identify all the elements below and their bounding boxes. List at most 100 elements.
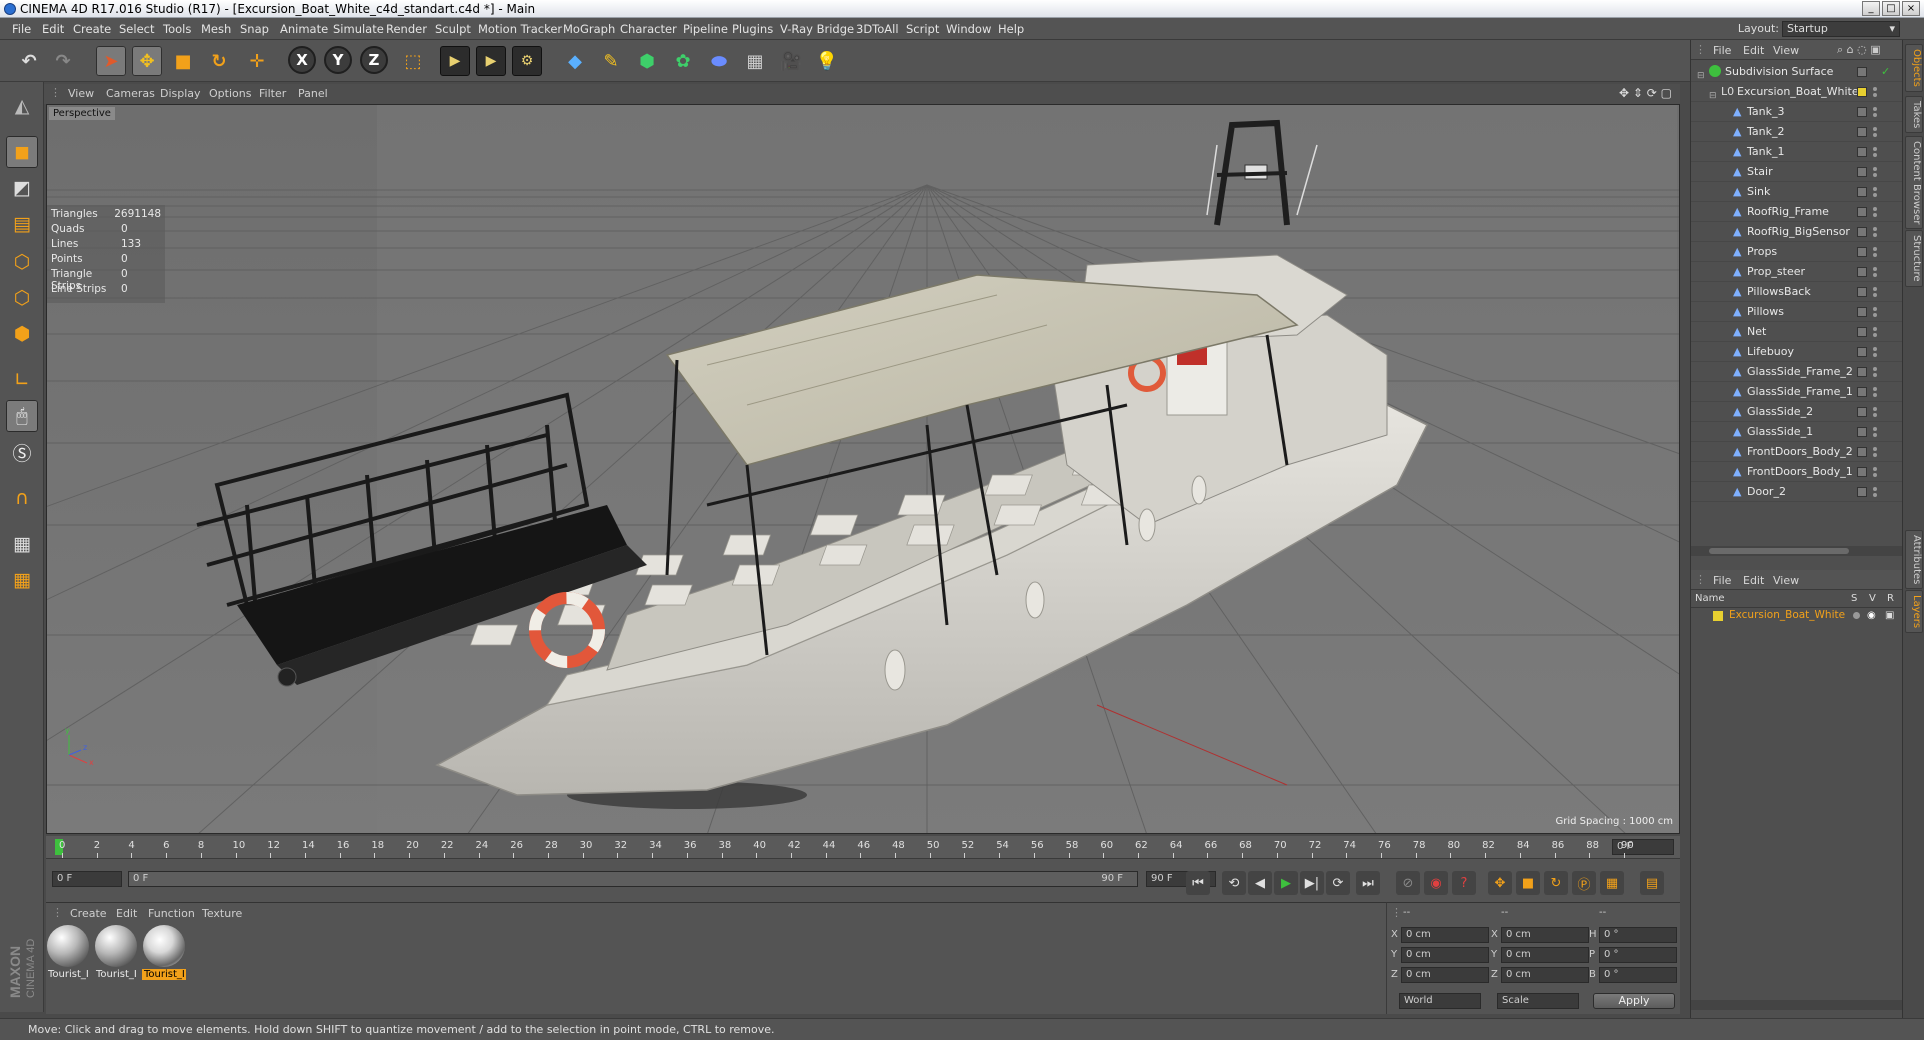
viewport-menu-filter[interactable]: Filter xyxy=(259,87,286,100)
object-row[interactable]: ▲ FrontDoors_Body_2 xyxy=(1691,442,1903,462)
editor-visibility-dot[interactable] xyxy=(1873,267,1877,271)
size-mode-select[interactable]: Scale xyxy=(1497,993,1579,1009)
tag-toggle[interactable] xyxy=(1857,207,1867,217)
tab-attributes[interactable]: Attributes xyxy=(1905,530,1923,590)
render-visibility-dot[interactable] xyxy=(1873,333,1877,337)
viewport-menu-view[interactable]: View xyxy=(68,87,94,100)
render-visibility-dot[interactable] xyxy=(1873,93,1877,97)
render-visibility-dot[interactable] xyxy=(1873,453,1877,457)
live-selection-icon[interactable]: ➤ xyxy=(96,46,126,76)
menu-edit[interactable]: Edit xyxy=(42,18,64,40)
render-visibility-dot[interactable] xyxy=(1873,393,1877,397)
menu-vray-bridge[interactable]: V-Ray Bridge xyxy=(780,18,854,40)
scale-tool-icon[interactable]: ■ xyxy=(168,46,198,76)
coordinate-mode-select[interactable]: World xyxy=(1399,993,1481,1009)
layers-menu-file[interactable]: File xyxy=(1713,574,1731,587)
menu-pipeline[interactable]: Pipeline xyxy=(683,18,728,40)
editor-visibility-dot[interactable] xyxy=(1873,387,1877,391)
menu-help[interactable]: Help xyxy=(998,18,1024,40)
apply-button[interactable]: Apply xyxy=(1593,993,1675,1009)
menu-mograph[interactable]: MoGraph xyxy=(563,18,615,40)
editor-visibility-dot[interactable] xyxy=(1873,147,1877,151)
menu-animate[interactable]: Animate xyxy=(280,18,328,40)
render-visibility-dot[interactable] xyxy=(1873,153,1877,157)
tag-toggle[interactable] xyxy=(1857,347,1867,357)
tag-toggle[interactable] xyxy=(1857,367,1867,377)
objects-search-icons[interactable]: ⌕ ⌂ ◌ ▣ xyxy=(1837,43,1881,57)
start-frame-field[interactable]: 0 F xyxy=(52,871,122,887)
enabled-check-icon[interactable]: ✓ xyxy=(1881,62,1890,82)
planar-workplane-icon[interactable]: ▦ xyxy=(6,564,38,596)
coordinate-system-icon[interactable]: ⬚ xyxy=(398,46,428,76)
render-visibility-dot[interactable] xyxy=(1873,133,1877,137)
object-row[interactable]: ▲ Pillows xyxy=(1691,302,1903,322)
go-to-start-icon[interactable]: ⏮ xyxy=(1186,871,1210,895)
menu-simulate[interactable]: Simulate xyxy=(333,18,384,40)
render-picture-viewer-icon[interactable]: ▶ xyxy=(476,46,506,76)
editor-visibility-dot[interactable] xyxy=(1873,307,1877,311)
tag-toggle[interactable] xyxy=(1857,387,1867,397)
editor-visibility-dot[interactable] xyxy=(1873,347,1877,351)
tag-toggle[interactable] xyxy=(1857,167,1867,177)
size-y-field[interactable]: 0 cm xyxy=(1501,947,1589,963)
menu-sculpt[interactable]: Sculpt xyxy=(435,18,471,40)
render-visibility-dot[interactable] xyxy=(1873,113,1877,117)
editor-visibility-dot[interactable] xyxy=(1873,167,1877,171)
position-y-field[interactable]: 0 cm xyxy=(1401,947,1489,963)
menu-3dtoall[interactable]: 3DToAll xyxy=(856,18,899,40)
camera-icon[interactable]: 🎥 xyxy=(776,46,806,76)
cloner-icon[interactable]: ✿ xyxy=(668,46,698,76)
undo-icon[interactable]: ↶ xyxy=(14,46,44,76)
key-parameter-icon[interactable]: Ⓟ xyxy=(1572,871,1596,895)
render-visibility-dot[interactable] xyxy=(1873,193,1877,197)
edges-mode-icon[interactable]: ⬡ xyxy=(6,282,38,314)
material-swatch[interactable]: Tourist_I xyxy=(46,925,90,980)
tab-structure[interactable]: Structure xyxy=(1905,230,1923,287)
key-rotation-icon[interactable]: ↻ xyxy=(1544,871,1568,895)
menu-snap[interactable]: Snap xyxy=(240,18,269,40)
editor-visibility-dot[interactable] xyxy=(1873,327,1877,331)
tag-toggle[interactable] xyxy=(1857,327,1867,337)
viewport-menu-options[interactable]: Options xyxy=(209,87,251,100)
last-tool-icon[interactable]: ✛ xyxy=(242,46,272,76)
editor-visibility-dot[interactable] xyxy=(1873,107,1877,111)
tag-toggle[interactable] xyxy=(1857,267,1867,277)
position-x-field[interactable]: 0 cm xyxy=(1401,927,1489,943)
viewport-nav-icons[interactable]: ✥ ⇕ ⟳ ▢ xyxy=(1619,86,1672,100)
object-row[interactable]: ▲ Net xyxy=(1691,322,1903,342)
tag-toggle[interactable] xyxy=(1857,407,1867,417)
object-row[interactable]: ▲ GlassSide_Frame_1 xyxy=(1691,382,1903,402)
object-row[interactable]: ▲ Lifebuoy xyxy=(1691,342,1903,362)
tag-toggle[interactable] xyxy=(1857,187,1867,197)
light-icon[interactable]: 💡 xyxy=(812,46,842,76)
snap-icon[interactable]: Ⓢ xyxy=(6,436,38,468)
editor-visibility-dot[interactable] xyxy=(1873,427,1877,431)
render-visibility-dot[interactable] xyxy=(1873,253,1877,257)
object-row[interactable]: ▲ Prop_steer xyxy=(1691,262,1903,282)
layer-row[interactable]: Excursion_Boat_White ◉ ▣ xyxy=(1691,608,1903,624)
rotation-p-field[interactable]: 0 ° xyxy=(1599,947,1677,963)
layer-solo-dot[interactable] xyxy=(1853,612,1860,619)
object-row[interactable]: ▲ FrontDoors_Body_1 xyxy=(1691,462,1903,482)
material-menu-create[interactable]: Create xyxy=(70,907,107,920)
previous-frame-icon[interactable]: ◀ xyxy=(1248,871,1272,895)
render-settings-icon[interactable]: ⚙ xyxy=(512,46,542,76)
axis-z-lock[interactable]: Z xyxy=(360,46,388,74)
menu-render[interactable]: Render xyxy=(386,18,427,40)
viewport-menu-panel[interactable]: Panel xyxy=(298,87,328,100)
menu-character[interactable]: Character xyxy=(620,18,677,40)
go-to-end-icon[interactable]: ⏭ xyxy=(1356,871,1380,895)
object-row[interactable]: ▲ RoofRig_BigSensor xyxy=(1691,222,1903,242)
layers-menu-view[interactable]: View xyxy=(1773,574,1799,587)
rotate-tool-icon[interactable]: ↻ xyxy=(204,46,234,76)
tag-toggle[interactable] xyxy=(1857,307,1867,317)
render-visibility-dot[interactable] xyxy=(1873,233,1877,237)
record-keys-icon[interactable]: ◉ xyxy=(1424,871,1448,895)
render-visibility-dot[interactable] xyxy=(1873,433,1877,437)
menu-select[interactable]: Select xyxy=(119,18,154,40)
material-swatch[interactable]: Tourist_I xyxy=(94,925,138,980)
layer-color-swatch[interactable] xyxy=(1713,611,1723,621)
redo-icon[interactable]: ↷ xyxy=(48,46,78,76)
layers-col-render[interactable]: R xyxy=(1887,593,1894,604)
tag-toggle[interactable] xyxy=(1857,127,1867,137)
